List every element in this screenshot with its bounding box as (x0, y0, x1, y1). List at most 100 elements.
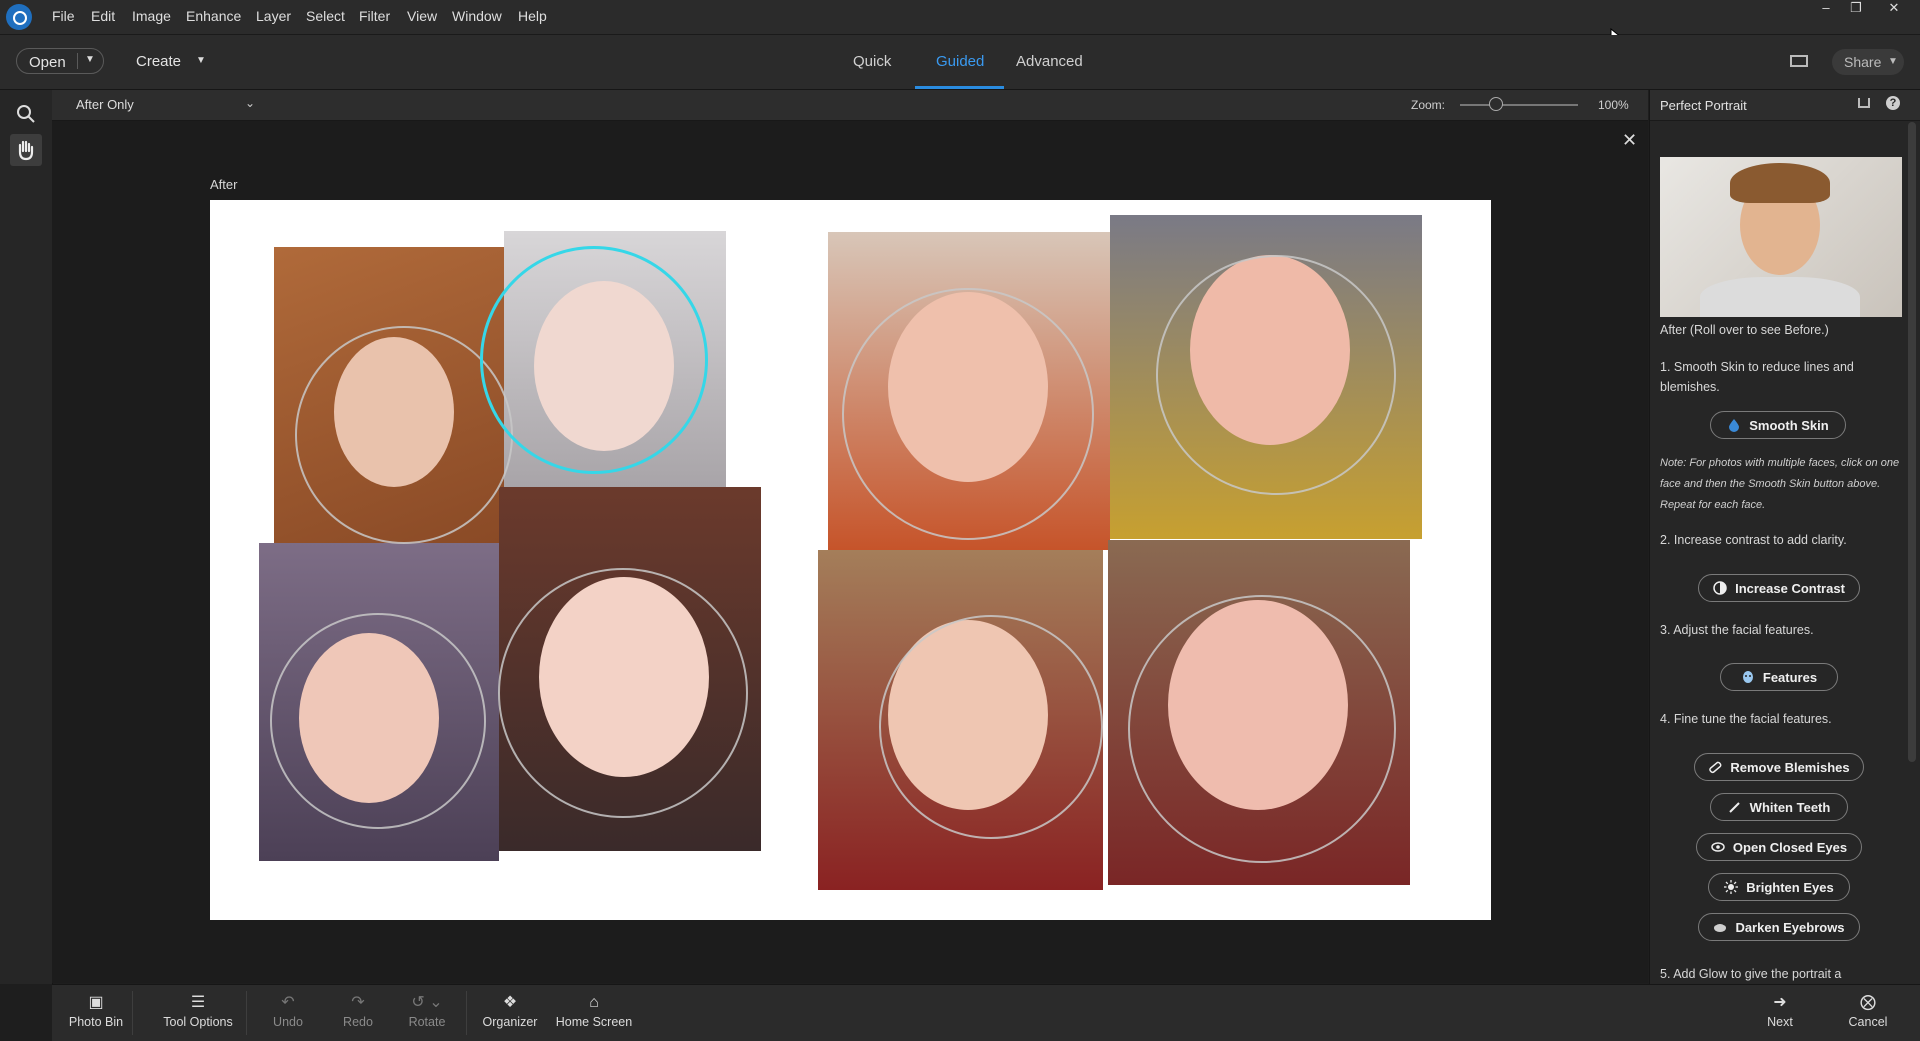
tool-options-button[interactable]: ☰ Tool Options (152, 985, 244, 1041)
remove-blemishes-button[interactable]: Remove Blemishes (1694, 753, 1864, 781)
next-button[interactable]: ➜ Next (1750, 985, 1810, 1041)
menu-layer[interactable]: Layer (256, 8, 291, 24)
face-icon (1742, 671, 1753, 683)
canvas-area[interactable]: ✕ After (52, 121, 1648, 983)
face-selection-ring[interactable] (842, 288, 1094, 540)
step-5-text: 5. Add Glow to give the portrait a (1660, 967, 1842, 981)
undo-button[interactable]: ↶ Undo (258, 985, 318, 1041)
remove-blemishes-label: Remove Blemishes (1730, 759, 1850, 775)
tool-options-icon: ☰ (190, 994, 206, 1011)
view-options-bar: After Only ⌄ Zoom: 100% (52, 90, 1648, 121)
reset-icon[interactable] (1858, 98, 1870, 108)
face-selection-ring-active[interactable] (480, 246, 708, 474)
face-selection-ring[interactable] (879, 615, 1103, 839)
next-label: Next (1767, 1015, 1793, 1029)
chevron-down-icon[interactable]: ▼ (196, 55, 206, 66)
menu-help[interactable]: Help (518, 8, 547, 24)
photo-collage[interactable] (210, 200, 1491, 920)
search-icon (17, 105, 35, 123)
mail-icon[interactable] (1790, 55, 1808, 67)
chevron-down-icon[interactable]: ⌄ (245, 96, 255, 110)
photo-bin-icon: ▣ (88, 994, 104, 1011)
smooth-skin-button[interactable]: Smooth Skin (1710, 411, 1846, 439)
step-1-text: 1. Smooth Skin to reduce lines and blemi… (1660, 360, 1854, 394)
contrast-icon (1713, 581, 1727, 595)
share-button[interactable]: Share ▼ (1832, 49, 1904, 75)
zoom-tool[interactable] (10, 98, 42, 130)
open-button[interactable]: Open ▼ (16, 48, 104, 74)
eye-icon (1711, 842, 1725, 852)
view-mode-select[interactable]: After Only (76, 97, 134, 112)
cancel-button[interactable]: ⨂ Cancel (1838, 985, 1898, 1041)
menu-select[interactable]: Select (306, 8, 345, 24)
redo-icon: ↷ (351, 994, 365, 1011)
close-icon[interactable]: ✕ (1622, 130, 1637, 151)
tab-guided[interactable]: Guided (936, 53, 984, 70)
cancel-icon: ⨂ (1860, 994, 1876, 1011)
panel-scrollbar[interactable] (1908, 122, 1916, 762)
close-window-icon[interactable]: ✕ (1880, 0, 1908, 18)
open-closed-eyes-label: Open Closed Eyes (1732, 839, 1848, 855)
brush-icon (1728, 802, 1740, 813)
tab-quick[interactable]: Quick (853, 53, 891, 70)
chevron-down-icon[interactable]: ▼ (85, 54, 95, 65)
menu-filter[interactable]: Filter (359, 8, 390, 24)
create-button[interactable]: Create (136, 53, 181, 70)
menu-image[interactable]: Image (132, 8, 171, 24)
eyebrow-icon (1714, 922, 1727, 932)
organizer-button[interactable]: ❖ Organizer (474, 985, 546, 1041)
features-button[interactable]: Features (1720, 663, 1838, 691)
brighten-eyes-button[interactable]: Brighten Eyes (1708, 873, 1850, 901)
menu-edit[interactable]: Edit (91, 8, 115, 24)
smooth-skin-note: Note: For photos with multiple faces, cl… (1660, 457, 1900, 511)
tools-panel (0, 90, 53, 984)
menu-enhance[interactable]: Enhance (186, 8, 241, 24)
help-icon[interactable]: ? (1886, 96, 1900, 110)
step-3-text: 3. Adjust the facial features. (1660, 623, 1814, 637)
organizer-label: Organizer (482, 1015, 538, 1029)
face-selection-ring[interactable] (270, 613, 486, 829)
menu-file[interactable]: File (52, 8, 75, 24)
increase-contrast-button[interactable]: Increase Contrast (1698, 574, 1860, 602)
home-screen-button[interactable]: ⌂ Home Screen (552, 985, 636, 1041)
menu-window[interactable]: Window (452, 8, 502, 24)
before-after-thumbnail[interactable] (1660, 157, 1902, 317)
menu-bar: File Edit Image Enhance Layer Select Fil… (0, 0, 1920, 47)
hand-tool[interactable] (10, 134, 42, 166)
face-selection-ring[interactable] (1128, 595, 1396, 863)
divider (466, 991, 467, 1035)
app-logo-icon[interactable] (6, 4, 32, 30)
photo-bin-button[interactable]: ▣ Photo Bin (56, 985, 136, 1041)
thumbnail-hair (1730, 163, 1830, 203)
top-toolbar: Open ▼ Create ▼ Quick Guided Advanced Sh… (0, 35, 1920, 90)
home-icon: ⌂ (589, 994, 599, 1011)
active-tab-indicator (915, 86, 1004, 89)
face-selection-ring[interactable] (1156, 255, 1396, 495)
redo-label: Redo (343, 1015, 373, 1029)
minimize-icon[interactable]: – (1812, 0, 1840, 18)
menu-view[interactable]: View (407, 8, 437, 24)
undo-icon: ↶ (281, 994, 295, 1011)
rotate-button[interactable]: ↺ ⌄ Rotate (392, 985, 462, 1041)
rotate-label: Rotate (408, 1015, 446, 1029)
darken-eyebrows-button[interactable]: Darken Eyebrows (1698, 913, 1860, 941)
zoom-slider-thumb[interactable] (1489, 97, 1504, 111)
undo-label: Undo (273, 1015, 303, 1029)
restore-icon[interactable]: ❐ (1842, 0, 1870, 18)
droplet-icon (1729, 419, 1740, 432)
chevron-down-icon: ▼ (1888, 56, 1898, 67)
open-closed-eyes-button[interactable]: Open Closed Eyes (1696, 833, 1862, 861)
zoom-value[interactable]: 100% (1598, 98, 1629, 112)
whiten-teeth-button[interactable]: Whiten Teeth (1710, 793, 1848, 821)
zoom-label: Zoom: (1411, 98, 1446, 112)
zoom-slider[interactable] (1460, 104, 1578, 106)
tab-advanced[interactable]: Advanced (1016, 53, 1083, 70)
guided-panel: Perfect Portrait ? After (Roll over to s… (1649, 90, 1920, 984)
bottom-bar: ▣ Photo Bin ☰ Tool Options ↶ Undo ↷ Redo… (52, 984, 1920, 1041)
face-selection-ring[interactable] (498, 568, 748, 818)
increase-contrast-label: Increase Contrast (1735, 580, 1845, 596)
redo-button[interactable]: ↷ Redo (328, 985, 388, 1041)
step-2-text: 2. Increase contrast to add clarity. (1660, 533, 1847, 547)
panel-title: Perfect Portrait (1660, 98, 1747, 113)
cancel-label: Cancel (1848, 1015, 1888, 1029)
